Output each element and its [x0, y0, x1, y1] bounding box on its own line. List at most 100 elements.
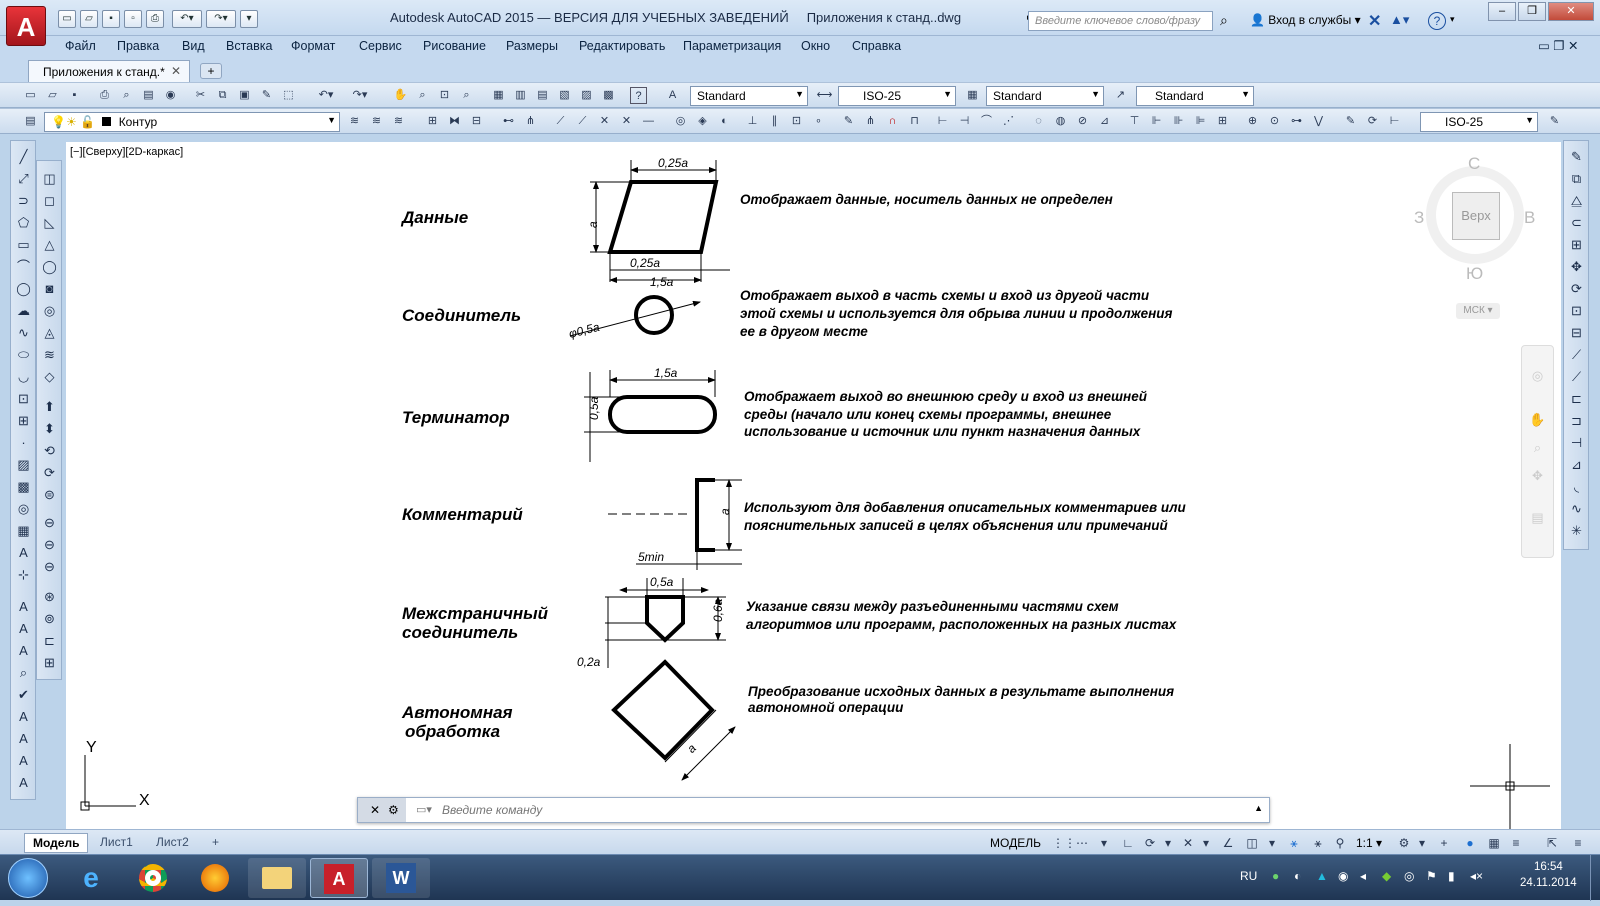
showmotion-icon[interactable]: ▤: [1528, 508, 1547, 527]
dim-jogged-icon[interactable]: ◌: [1030, 113, 1047, 130]
clock[interactable]: 16:54 24.11.2014: [1520, 859, 1577, 891]
snap-extension-icon[interactable]: ✕: [596, 113, 613, 130]
autocad-taskbar-icon[interactable]: A: [310, 858, 368, 898]
grid-icon[interactable]: ⋮⋮: [1052, 835, 1076, 851]
pan-icon[interactable]: ✋: [392, 87, 409, 104]
firefox-icon[interactable]: [186, 858, 244, 898]
document-tab[interactable]: Приложения к станд.* ✕: [28, 60, 190, 82]
spline-icon[interactable]: ∿: [14, 323, 33, 342]
gradient-icon[interactable]: ▩: [14, 477, 33, 496]
text-edit-icon[interactable]: A: [14, 641, 33, 660]
osnap-dropdown-icon[interactable]: ▾: [1264, 835, 1280, 851]
command-prompt-icon[interactable]: ▭▾: [416, 803, 432, 816]
dim-diameter-icon[interactable]: ◍: [1052, 113, 1069, 130]
zoom-window-icon[interactable]: ⊡: [436, 87, 453, 104]
snap-parallel-icon[interactable]: ◐: [716, 113, 733, 130]
snap-insert-icon[interactable]: ∥: [766, 113, 783, 130]
menu-item[interactable]: Редактировать: [579, 39, 665, 53]
chamfer-icon[interactable]: ⊿: [1567, 455, 1586, 474]
snap-tangent-icon[interactable]: ◎: [672, 113, 689, 130]
polar-dropdown-icon[interactable]: ▾: [1160, 835, 1176, 851]
wedge-icon[interactable]: ◺: [40, 213, 59, 232]
text-style-select[interactable]: Standard ▼: [690, 86, 808, 106]
text-icon[interactable]: A: [14, 597, 33, 616]
calculator-icon[interactable]: ▩: [600, 87, 617, 104]
tray-icon[interactable]: ▲: [1316, 869, 1328, 883]
menu-item[interactable]: Формат: [291, 39, 335, 53]
layout-tab[interactable]: Лист2: [148, 833, 197, 851]
sphere-icon[interactable]: ◯: [40, 257, 59, 276]
paste-icon[interactable]: ▣: [236, 87, 253, 104]
annotation-scale-select[interactable]: 1:1 ▾: [1356, 836, 1382, 850]
hardware-acceleration-icon[interactable]: ▦: [1486, 835, 1502, 851]
polygon-icon[interactable]: ⬠: [14, 213, 33, 232]
properties-icon[interactable]: ▦: [490, 87, 507, 104]
menu-item[interactable]: Параметризация: [683, 39, 781, 53]
stretch-icon[interactable]: ⊟: [1567, 323, 1586, 342]
loft-icon[interactable]: ⊜: [40, 485, 59, 504]
tray-icon[interactable]: ◉: [1338, 869, 1348, 883]
union-icon[interactable]: ⊖: [40, 513, 59, 532]
extend-icon[interactable]: ⟋: [1567, 367, 1586, 386]
dim-radius-icon[interactable]: ⋰: [1000, 113, 1017, 130]
menu-item[interactable]: Вид: [182, 39, 205, 53]
viewcube[interactable]: С З В Ю Верх: [1414, 154, 1535, 283]
zoom-realtime-icon[interactable]: ⌕: [414, 87, 431, 104]
menu-item[interactable]: Сервис: [359, 39, 402, 53]
command-history-icon[interactable]: ▲: [1254, 803, 1263, 813]
spell-check-icon[interactable]: ✔: [14, 685, 33, 704]
polar-icon[interactable]: ⟳: [1142, 835, 1158, 851]
undo-icon[interactable]: ↶▾: [312, 87, 340, 104]
subtract-icon[interactable]: ⊖: [40, 535, 59, 554]
binoculars-icon[interactable]: ⌕: [1220, 12, 1228, 29]
snap-midpoint-icon[interactable]: ⋔: [522, 113, 539, 130]
new-layout-icon[interactable]: +: [204, 833, 227, 851]
open-icon[interactable]: ▱: [80, 10, 98, 28]
osnap-settings-icon[interactable]: ✎: [840, 113, 857, 130]
tray-icon[interactable]: ●: [1272, 869, 1279, 883]
command-input[interactable]: [442, 801, 1242, 819]
menu-item[interactable]: Рисование: [423, 39, 486, 53]
region-icon[interactable]: ◎: [14, 499, 33, 518]
offset-icon[interactable]: ⊟: [468, 113, 485, 130]
scale-icon[interactable]: ⊡: [1567, 301, 1586, 320]
annotation-visibility-icon[interactable]: ⚹: [1286, 835, 1302, 851]
save-icon[interactable]: ▪: [66, 87, 83, 104]
dim-arc-icon[interactable]: ⊣: [956, 113, 973, 130]
tool-palettes-icon[interactable]: ▤: [534, 87, 551, 104]
workspace-dropdown-icon[interactable]: ▾: [1414, 835, 1430, 851]
search-input[interactable]: Введите ключевое слово/фразу: [1028, 11, 1213, 31]
dim-style-select[interactable]: ISO-25 ▼: [838, 86, 956, 106]
rotate-icon[interactable]: ⟳: [1567, 279, 1586, 298]
print-icon[interactable]: ⎙: [146, 10, 164, 28]
snap-dropdown-icon[interactable]: ▾: [1096, 835, 1112, 851]
steering-wheel-icon[interactable]: ◎: [1528, 366, 1547, 385]
model-space-toggle[interactable]: МОДЕЛЬ: [990, 836, 1041, 850]
show-desktop-button[interactable]: [1590, 855, 1600, 901]
mtext-icon[interactable]: A: [14, 543, 33, 562]
wrench-icon[interactable]: ⚙: [388, 803, 399, 817]
language-indicator[interactable]: RU: [1240, 869, 1257, 883]
cone-icon[interactable]: △: [40, 235, 59, 254]
offset-icon[interactable]: ⊂: [1567, 213, 1586, 232]
justify-text-icon[interactable]: A: [14, 751, 33, 770]
application-menu-button[interactable]: A: [6, 6, 46, 46]
explode-icon[interactable]: ✳: [1567, 521, 1586, 540]
magnet-icon[interactable]: ∩: [884, 113, 901, 130]
close-tab-icon[interactable]: ✕: [171, 64, 181, 78]
annotation-monitor-icon[interactable]: +: [1436, 835, 1452, 851]
snap-endpoint-icon[interactable]: ⊷: [500, 113, 517, 130]
menu-item[interactable]: Правка: [117, 39, 159, 53]
3d-rotate-icon[interactable]: ⊚: [40, 609, 59, 628]
close-icon[interactable]: ✕: [370, 803, 380, 817]
copy-icon[interactable]: ⧉: [214, 87, 231, 104]
action-center-icon[interactable]: ⚑: [1426, 869, 1437, 883]
markup-icon[interactable]: ▨: [578, 87, 595, 104]
dim-break-icon[interactable]: ⊫: [1192, 113, 1209, 130]
chrome-icon[interactable]: [124, 858, 182, 898]
break-icon[interactable]: ⊐: [1567, 411, 1586, 430]
clean-screen-icon[interactable]: ⇱: [1544, 835, 1560, 851]
volume-icon[interactable]: ◂×: [1470, 869, 1483, 883]
make-current-icon[interactable]: ≋: [346, 113, 363, 130]
snap-intersection-icon[interactable]: ⟋: [552, 113, 569, 130]
